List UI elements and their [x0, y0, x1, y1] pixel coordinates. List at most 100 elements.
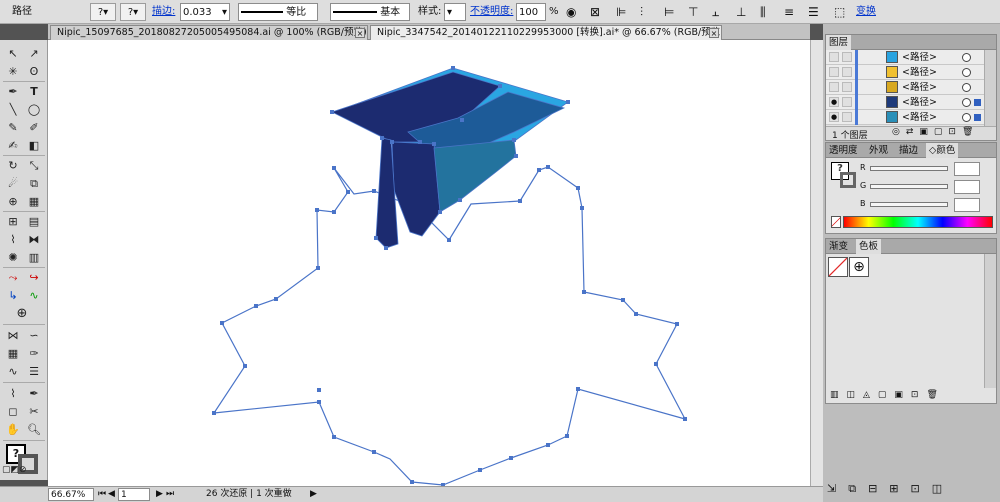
swatch-scrollbar[interactable] [984, 254, 996, 388]
target-circle-icon[interactable] [962, 113, 971, 122]
wave-tool-icon[interactable]: ∿ [4, 364, 22, 379]
layer-row[interactable]: ● <路径> [826, 110, 984, 125]
column-graph-tool-icon[interactable]: ▥ [25, 250, 43, 265]
tab-gradient[interactable]: 渐变 [826, 239, 851, 254]
type-tool-icon[interactable]: T [25, 84, 43, 99]
r-slider[interactable] [870, 166, 948, 171]
blob-brush-tool-icon[interactable]: ✍ [4, 138, 22, 153]
variable-width-profile[interactable]: 等比 [238, 3, 318, 21]
align-left-icon[interactable]: ⊫ [616, 3, 626, 21]
twist-tool-icon[interactable]: ∽ [25, 328, 43, 343]
b-value-input[interactable] [954, 198, 980, 212]
knife-tool-icon[interactable]: ✂ [25, 404, 43, 419]
live-paint-tool-icon[interactable]: ✑ [25, 346, 43, 361]
pen-tool-icon[interactable]: ✒ [4, 84, 22, 99]
vertical-scrollbar[interactable] [810, 40, 823, 486]
custom-red-tool-1-icon[interactable]: ⤳ [4, 270, 22, 285]
direct-selection-tool-icon[interactable]: ↗ [25, 46, 43, 61]
layer-row[interactable]: <路径> [826, 80, 984, 95]
layer-row[interactable]: ● <路径> [826, 95, 984, 110]
align-vcenter-icon[interactable]: ⫠ [712, 3, 719, 21]
stroke-weight-input[interactable]: 0.033 ▾ [180, 3, 230, 21]
artboard-canvas[interactable] [48, 40, 810, 486]
g-value-input[interactable] [954, 180, 980, 194]
slice-tool-icon[interactable]: ⋈ [4, 328, 22, 343]
eye-icon[interactable]: ● [829, 112, 839, 122]
eyedropper-2-tool-icon[interactable]: ⌇ [4, 386, 22, 401]
scale-tool-icon[interactable]: ⤡ [25, 158, 43, 173]
layers-scrollbar[interactable] [984, 50, 996, 126]
distribute-h-icon[interactable]: ⫼ [760, 3, 766, 21]
fill-swatch[interactable]: ?▾ [90, 3, 116, 21]
grid-tool-icon[interactable]: ▦ [4, 346, 22, 361]
symbol-sprayer-tool-icon[interactable]: ✺ [4, 250, 22, 265]
none-swatch[interactable] [828, 257, 848, 277]
mesh-tool-icon[interactable]: ⊞ [4, 214, 22, 229]
next-artboard-icon[interactable]: ▶ [156, 488, 163, 501]
tab-document-1[interactable]: Nipic_15097685_20180827205005495084.ai @… [50, 25, 368, 40]
align-top-icon[interactable]: ⊤ [688, 3, 698, 21]
brush-definition[interactable]: 基本 [330, 3, 410, 21]
graduation-cap[interactable] [330, 67, 569, 249]
tab-document-2[interactable]: Nipic_3347542_20140122110229953000 [转换].… [370, 25, 722, 40]
last-artboard-icon[interactable]: ⏭ [166, 488, 174, 501]
tab-color[interactable]: ◇颜色 [926, 143, 959, 158]
stroke-mini-icon[interactable] [840, 172, 856, 188]
layer-row[interactable]: <路径> [826, 50, 984, 65]
zoom-tool-icon[interactable]: 🔍︎ [25, 422, 43, 437]
brush-2-tool-icon[interactable]: ✒ [25, 386, 43, 401]
crosshair-tool-icon[interactable]: ⊕ [13, 306, 31, 321]
prev-artboard-icon[interactable]: ◀ [108, 488, 115, 501]
blend-tool-icon[interactable]: ⧓ [25, 232, 43, 247]
custom-green-tool-icon[interactable]: ∿ [25, 288, 43, 303]
opacity-label-link[interactable]: 不透明度: [470, 3, 513, 21]
swatch-footer-icons[interactable]: ▥◫◬▢▣⊡🗑︎ [830, 390, 946, 400]
badge-outline-path[interactable] [212, 166, 687, 486]
stroke-label-link[interactable]: 描边: [152, 3, 175, 21]
target-circle-icon[interactable] [962, 68, 971, 77]
align-to-icon[interactable]: ⊠ [590, 3, 600, 21]
target-circle-icon[interactable] [962, 98, 971, 107]
magic-wand-tool-icon[interactable]: ✳ [4, 64, 22, 79]
custom-red-tool-2-icon[interactable]: ↪ [25, 270, 43, 285]
close-icon[interactable]: × [709, 28, 719, 38]
ellipse-tool-icon[interactable]: ◯ [25, 102, 43, 117]
close-icon[interactable]: × [355, 28, 365, 38]
perspective-grid-tool-icon[interactable]: ▦ [25, 194, 43, 209]
style-swatch[interactable]: ▾ [444, 3, 466, 21]
zoom-input[interactable]: 66.67% [48, 488, 94, 501]
shape-builder-tool-icon[interactable]: ⊕ [4, 194, 22, 209]
line-tool-icon[interactable]: ╲ [4, 102, 22, 117]
registration-swatch[interactable]: ⊕ [849, 257, 869, 277]
eraser-tool-icon[interactable]: ◧ [25, 138, 43, 153]
lasso-tool-icon[interactable]: ʘ [25, 64, 43, 79]
align-bottom-icon[interactable]: ⊥ [736, 3, 746, 21]
stroke-swatch[interactable]: ?▾ [120, 3, 146, 21]
layer-row[interactable]: <路径> [826, 65, 984, 80]
distribute-v-icon[interactable]: ≡ [784, 3, 794, 21]
transform-panel-icon[interactable]: ⬚ [834, 3, 845, 21]
layer-footer-icons[interactable]: ◎⇄▣▢⊡🗑︎ [892, 127, 979, 137]
target-circle-icon[interactable] [962, 53, 971, 62]
tab-transparency[interactable]: 透明度 [826, 143, 861, 158]
selection-tool-icon[interactable]: ↖ [4, 46, 22, 61]
status-menu-icon[interactable]: ▶ [310, 488, 317, 501]
tab-swatches[interactable]: 色板 [856, 239, 882, 254]
eyedropper-tool-icon[interactable]: ⌇ [4, 232, 22, 247]
tab-stroke[interactable]: 描边 [896, 143, 921, 158]
align-right-icon[interactable]: ⊨ [664, 3, 674, 21]
opacity-input[interactable]: 100 [516, 3, 546, 21]
custom-blue-tool-1-icon[interactable]: ↳ [4, 288, 22, 303]
r-value-input[interactable] [954, 162, 980, 176]
hand-tool-icon[interactable]: ✋ [4, 422, 22, 437]
distribute-space-icon[interactable]: ☰ [808, 3, 819, 21]
g-slider[interactable] [870, 184, 948, 189]
b-slider[interactable] [870, 202, 948, 207]
eye-icon[interactable]: ● [829, 97, 839, 107]
transform-link[interactable]: 变换 [856, 3, 876, 21]
artboard-tool-icon[interactable]: ◻ [4, 404, 22, 419]
color-spectrum[interactable] [843, 216, 993, 228]
list-tool-icon[interactable]: ☰ [25, 364, 43, 379]
color-mode-icon[interactable]: ▢◩⊘ [2, 463, 27, 478]
rotate-tool-icon[interactable]: ↻ [4, 158, 22, 173]
